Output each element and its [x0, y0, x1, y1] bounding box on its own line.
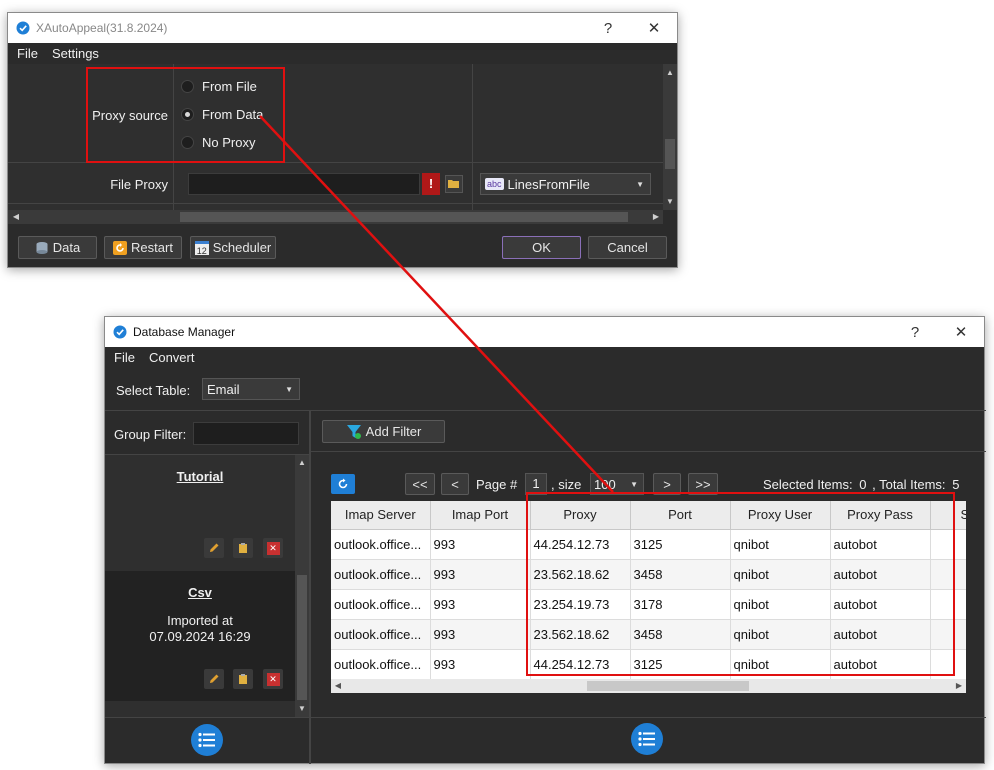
annotation-arrow-line	[259, 115, 614, 493]
